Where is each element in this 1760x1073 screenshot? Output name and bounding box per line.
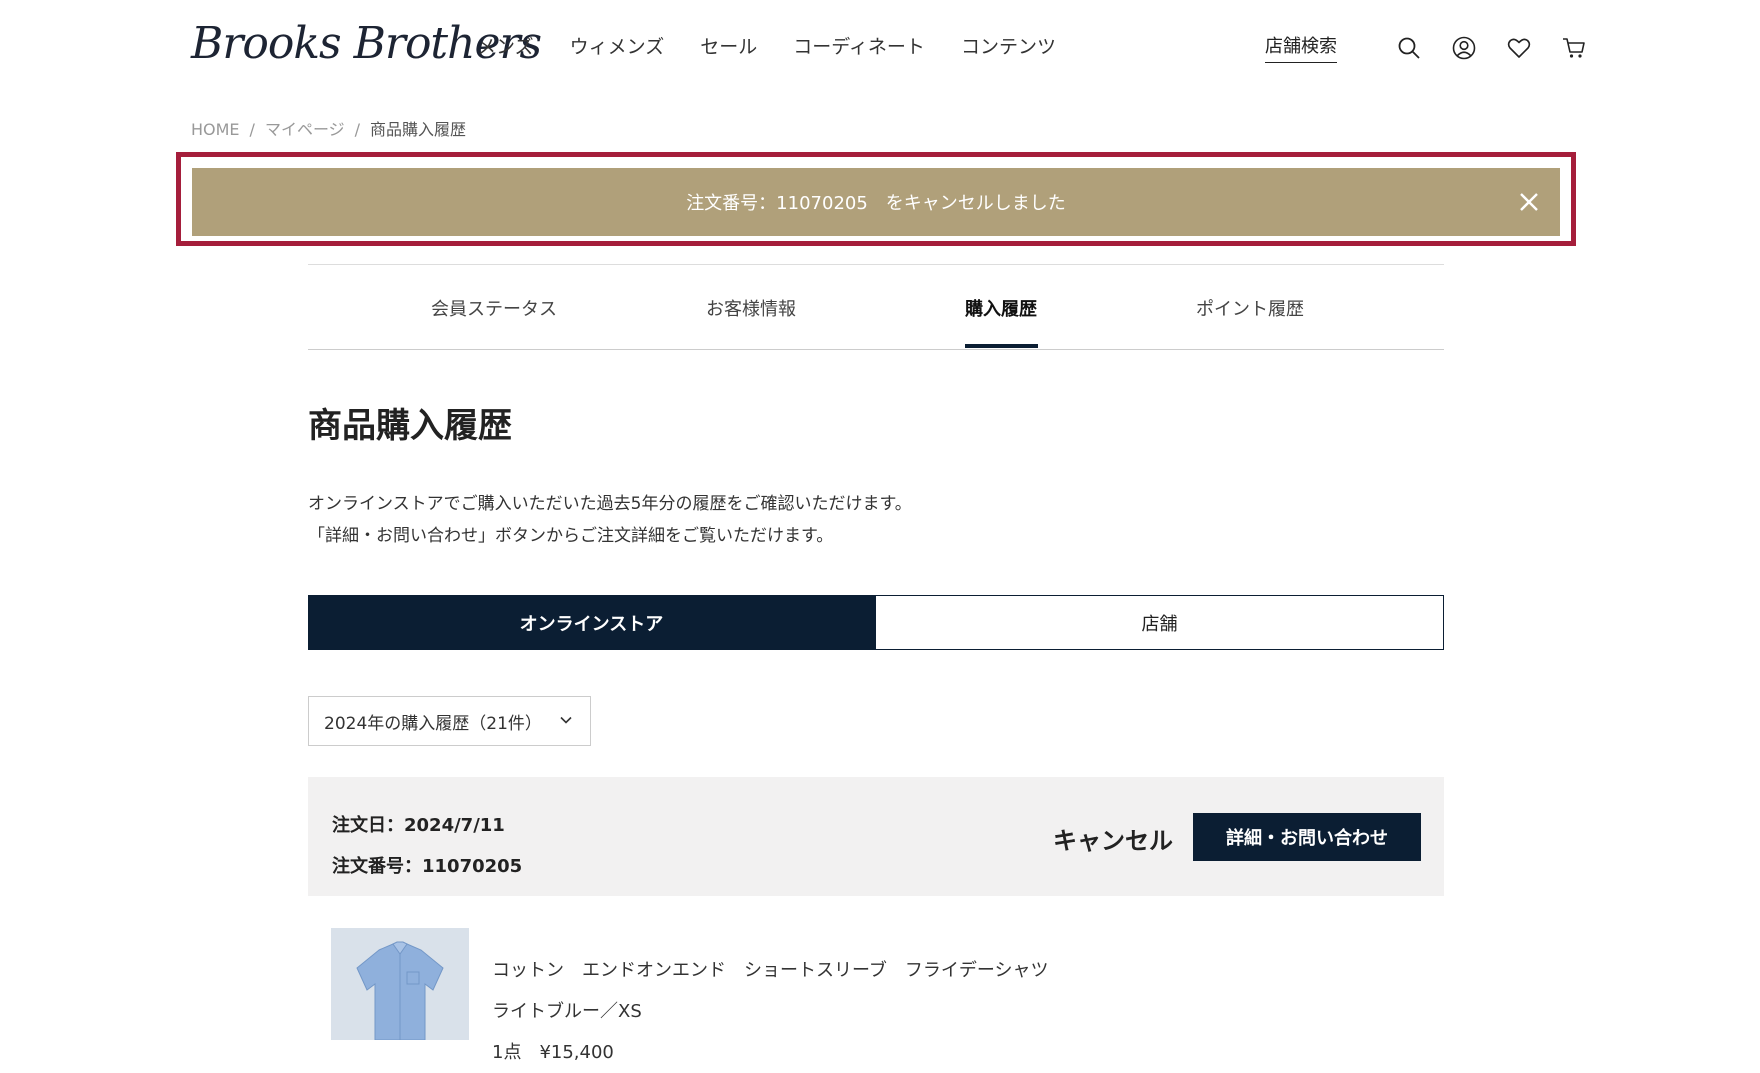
order-meta: 注文日：2024/7/11 注文番号：11070205 xyxy=(332,805,522,887)
account-icon[interactable] xyxy=(1451,35,1477,61)
global-nav: メンズ ウィメンズ セール コーディネート コンテンツ xyxy=(477,32,1056,59)
online-store-tab[interactable]: オンラインストア xyxy=(308,595,875,650)
tab-customer-info[interactable]: お客様情報 xyxy=(706,295,796,321)
chevron-down-icon xyxy=(558,712,574,728)
order-status: キャンセル xyxy=(1053,827,1173,855)
page-description: オンラインストアでご購入いただいた過去5年分の履歴をご確認いただけます。 「詳細… xyxy=(308,488,912,552)
detail-inquiry-button[interactable]: 詳細・お問い合わせ xyxy=(1193,813,1421,861)
nav-item-contents[interactable]: コンテンツ xyxy=(961,32,1056,59)
tab-purchase-history[interactable]: 購入履歴 xyxy=(965,295,1037,321)
nav-item-womens[interactable]: ウィメンズ xyxy=(570,32,665,59)
channel-toggle: オンラインストア 店舗 xyxy=(308,595,1444,650)
breadcrumb-mypage[interactable]: マイページ xyxy=(265,120,345,139)
order-number: 注文番号：11070205 xyxy=(332,856,523,877)
breadcrumb: HOME / マイページ / 商品購入履歴 xyxy=(191,116,466,140)
heart-icon[interactable] xyxy=(1506,35,1532,61)
product-image[interactable] xyxy=(331,928,469,1040)
description-line: オンラインストアでご購入いただいた過去5年分の履歴をご確認いただけます。 xyxy=(308,494,912,514)
page-title: 商品購入履歴 xyxy=(308,406,512,446)
nav-item-mens[interactable]: メンズ xyxy=(477,32,534,59)
header-utilities: 店舗検索 xyxy=(1265,32,1587,63)
tab-point-history[interactable]: ポイント履歴 xyxy=(1196,295,1304,321)
close-icon[interactable] xyxy=(1514,187,1544,217)
cart-icon[interactable] xyxy=(1561,35,1587,61)
product-info: コットン エンドオンエンド ショートスリーブ フライデーシャツ ライトブルー／X… xyxy=(492,950,1049,1073)
tab-member-status[interactable]: 会員ステータス xyxy=(431,295,557,321)
year-filter-select[interactable]: 2024年の購入履歴（21件） xyxy=(308,696,591,746)
notice-message: 注文番号：11070205 をキャンセルしました xyxy=(686,193,1066,214)
product-variant: ライトブルー／XS xyxy=(492,1001,642,1022)
cancel-notice-banner: 注文番号：11070205 をキャンセルしました xyxy=(192,168,1560,236)
breadcrumb-home[interactable]: HOME xyxy=(191,120,240,139)
description-line: 「詳細・お問い合わせ」ボタンからご注文詳細をご覧いただけます。 xyxy=(308,526,834,546)
nav-item-coordinate[interactable]: コーディネート xyxy=(793,32,925,59)
order-date: 注文日：2024/7/11 xyxy=(332,815,505,836)
order-item: コットン エンドオンエンド ショートスリーブ フライデーシャツ ライトブルー／X… xyxy=(331,928,1431,1063)
search-icon[interactable] xyxy=(1396,35,1422,61)
mypage-tabs: 会員ステータス お客様情報 購入履歴 ポイント履歴 xyxy=(308,264,1444,350)
active-tab-indicator xyxy=(965,344,1038,348)
breadcrumb-separator: / xyxy=(354,120,361,139)
year-filter-value: 2024年の購入履歴（21件） xyxy=(324,713,542,734)
breadcrumb-current: 商品購入履歴 xyxy=(370,120,467,139)
store-tab[interactable]: 店舗 xyxy=(875,595,1444,650)
order-card: 注文日：2024/7/11 注文番号：11070205 キャンセル 詳細・お問い… xyxy=(308,777,1444,896)
store-search-link[interactable]: 店舗検索 xyxy=(1265,32,1337,63)
product-name[interactable]: コットン エンドオンエンド ショートスリーブ フライデーシャツ xyxy=(492,950,1049,991)
breadcrumb-separator: / xyxy=(249,120,255,139)
nav-item-sale[interactable]: セール xyxy=(700,32,757,59)
product-qty-price: 1点 ¥15,400 xyxy=(492,1042,614,1063)
site-header: Brooks Brothers メンズ ウィメンズ セール コーディネート コン… xyxy=(0,0,1760,92)
